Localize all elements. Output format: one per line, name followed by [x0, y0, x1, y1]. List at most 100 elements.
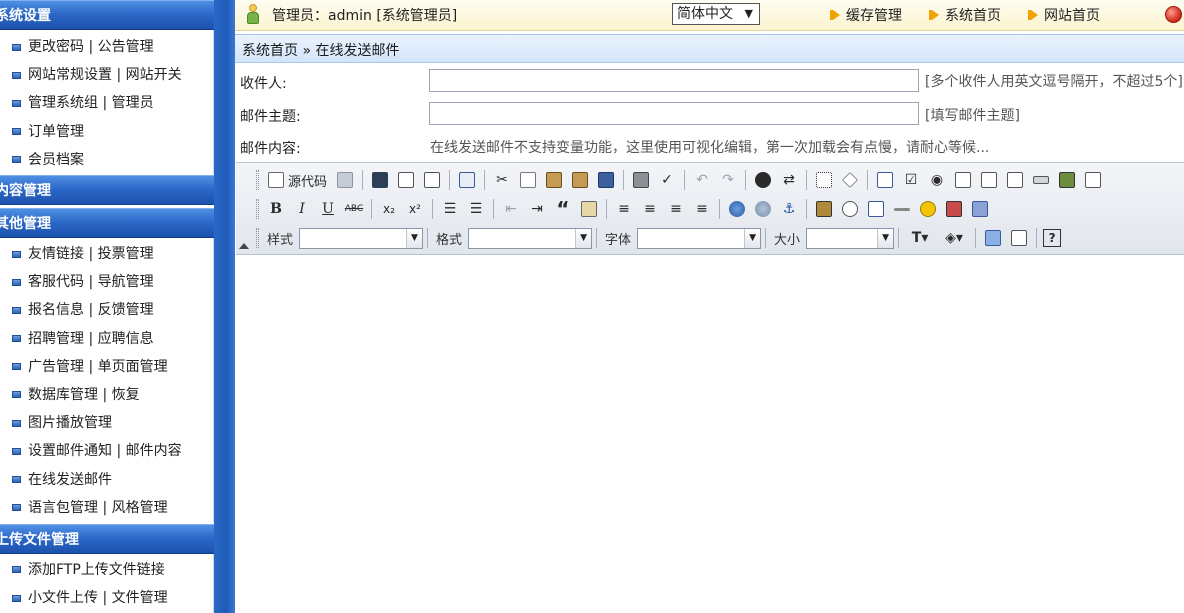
checkbox-icon[interactable]: ☑	[900, 169, 922, 191]
sidebar-header-other[interactable]: 其他管理	[0, 207, 214, 238]
sidebar-item-send-mail[interactable]: 在线发送邮件	[0, 465, 213, 493]
sidebar-item-file-upload[interactable]: 小文件上传 | 文件管理	[0, 584, 213, 612]
help-button[interactable]: ?	[1043, 229, 1062, 247]
indent-icon[interactable]: ⇥	[526, 198, 548, 220]
language-select[interactable]: 简体中文 ▼	[672, 3, 760, 25]
subject-input[interactable]	[429, 102, 919, 125]
sidebar-item-database[interactable]: 数据库管理 | 恢复	[0, 381, 213, 409]
template-icon[interactable]	[456, 169, 478, 191]
sidebar-header-upload[interactable]: 上传文件管理	[0, 523, 214, 554]
paste-word-icon[interactable]	[595, 169, 617, 191]
textarea-icon[interactable]	[978, 169, 1000, 191]
radio-icon[interactable]: ◉	[926, 169, 948, 191]
sidebar-header-content[interactable]: 内容管理	[0, 174, 214, 205]
toolbar-grip[interactable]	[256, 228, 259, 248]
textfield-icon[interactable]	[952, 169, 974, 191]
size-select[interactable]: ▼	[806, 227, 895, 249]
sidebar-item-slideshow[interactable]: 图片播放管理	[0, 409, 213, 437]
site-home-link[interactable]: 网站首页	[1028, 5, 1100, 25]
subscript-button[interactable]: x₂	[378, 198, 400, 220]
image-button-icon[interactable]	[1056, 169, 1078, 191]
save-doc-icon[interactable]	[369, 169, 391, 191]
align-center-icon[interactable]: ≡	[639, 198, 661, 220]
align-right-icon[interactable]: ≡	[665, 198, 687, 220]
sidebar-item-admin-group[interactable]: 管理系统组 | 管理员	[0, 89, 213, 117]
sidebar-item-mail-notify[interactable]: 设置邮件通知 | 邮件内容	[0, 437, 213, 465]
button-field-icon[interactable]	[1030, 169, 1052, 191]
editor-content-area[interactable]	[236, 256, 1184, 613]
sidebar-item-orders[interactable]: 订单管理	[0, 118, 213, 146]
sidebar-header-system[interactable]: 系统设置	[0, 0, 214, 30]
collapse-toolbar-icon[interactable]	[239, 243, 249, 249]
underline-button[interactable]: U	[317, 198, 339, 220]
system-home-link[interactable]: 系统首页	[929, 5, 1001, 25]
find-icon[interactable]	[752, 169, 774, 191]
copy-icon[interactable]	[517, 169, 539, 191]
sidebar-item-site-settings[interactable]: 网站常规设置 | 网站开关	[0, 61, 213, 89]
page-break-icon[interactable]	[969, 198, 991, 220]
user-icon	[247, 4, 259, 24]
replace-icon[interactable]: ⇄	[778, 169, 800, 191]
toolbar-grip[interactable]	[256, 170, 259, 190]
source-button[interactable]: 源代码	[265, 169, 330, 191]
save-icon[interactable]	[334, 169, 356, 191]
sidebar-item-members[interactable]: 会员档案	[0, 146, 213, 174]
sidebar-item-password-notice[interactable]: 更改密码 | 公告管理	[0, 33, 213, 61]
paste-icon[interactable]	[543, 169, 565, 191]
paste-text-icon[interactable]	[569, 169, 591, 191]
show-blocks-icon[interactable]	[1008, 227, 1030, 249]
bold-button[interactable]: B	[265, 198, 287, 220]
cut-icon[interactable]: ✂	[491, 169, 513, 191]
format-select[interactable]: ▼	[468, 227, 593, 249]
hidden-field-icon[interactable]	[1082, 169, 1104, 191]
unlink-icon[interactable]	[752, 198, 774, 220]
horizontal-rule-icon[interactable]	[891, 198, 913, 220]
sidebar-item-jobs[interactable]: 招聘管理 | 应聘信息	[0, 325, 213, 353]
redo-icon[interactable]: ↷	[717, 169, 739, 191]
align-left-icon[interactable]: ≡	[613, 198, 635, 220]
text-color-icon[interactable]: T▾	[905, 227, 935, 249]
recipient-input[interactable]	[429, 69, 919, 92]
remove-format-icon[interactable]	[839, 169, 861, 191]
maximize-icon[interactable]	[982, 227, 1004, 249]
special-char-icon[interactable]	[943, 198, 965, 220]
unordered-list-icon[interactable]: ☰	[465, 198, 487, 220]
toolbar-separator	[449, 170, 451, 190]
undo-icon[interactable]: ↶	[691, 169, 713, 191]
flash-icon[interactable]	[839, 198, 861, 220]
link-icon[interactable]	[726, 198, 748, 220]
bg-color-icon[interactable]: ◈▾	[939, 227, 969, 249]
select-field-icon[interactable]	[1004, 169, 1026, 191]
spellcheck-icon[interactable]: ✓	[656, 169, 678, 191]
logout-icon[interactable]	[1165, 6, 1182, 23]
form-icon[interactable]	[874, 169, 896, 191]
table-icon[interactable]	[865, 198, 887, 220]
sidebar-item-links-votes[interactable]: 友情链接 | 投票管理	[0, 240, 213, 268]
sidebar-item-service-nav[interactable]: 客服代码 | 导航管理	[0, 268, 213, 296]
image-icon[interactable]	[813, 198, 835, 220]
strike-button[interactable]: ABC	[343, 198, 365, 220]
smiley-icon[interactable]	[917, 198, 939, 220]
italic-button[interactable]: I	[291, 198, 313, 220]
align-justify-icon[interactable]: ≡	[691, 198, 713, 220]
toolbar-grip[interactable]	[256, 199, 259, 219]
new-page-icon[interactable]	[395, 169, 417, 191]
superscript-button[interactable]: x²	[404, 198, 426, 220]
sidebar-item-lang-style[interactable]: 语言包管理 | 风格管理	[0, 494, 213, 522]
print-icon[interactable]	[630, 169, 652, 191]
breadcrumb[interactable]: 系统首页 » 在线发送邮件	[242, 40, 399, 60]
sidebar-divider[interactable]	[214, 0, 235, 613]
anchor-icon[interactable]: ⚓	[778, 198, 800, 220]
preview-icon[interactable]	[421, 169, 443, 191]
select-all-icon[interactable]	[813, 169, 835, 191]
outdent-icon[interactable]: ⇤	[500, 198, 522, 220]
sidebar-item-ftp-link[interactable]: 添加FTP上传文件链接	[0, 556, 213, 584]
sidebar-item-signup-feedback[interactable]: 报名信息 | 反馈管理	[0, 296, 213, 324]
cache-manage-link[interactable]: 缓存管理	[830, 5, 902, 25]
ordered-list-icon[interactable]: ☰	[439, 198, 461, 220]
blockquote-button[interactable]: “	[552, 197, 574, 221]
style-select[interactable]: ▼	[299, 227, 424, 249]
font-select[interactable]: ▼	[637, 227, 762, 249]
div-container-icon[interactable]	[578, 198, 600, 220]
sidebar-item-ads-pages[interactable]: 广告管理 | 单页面管理	[0, 353, 213, 381]
